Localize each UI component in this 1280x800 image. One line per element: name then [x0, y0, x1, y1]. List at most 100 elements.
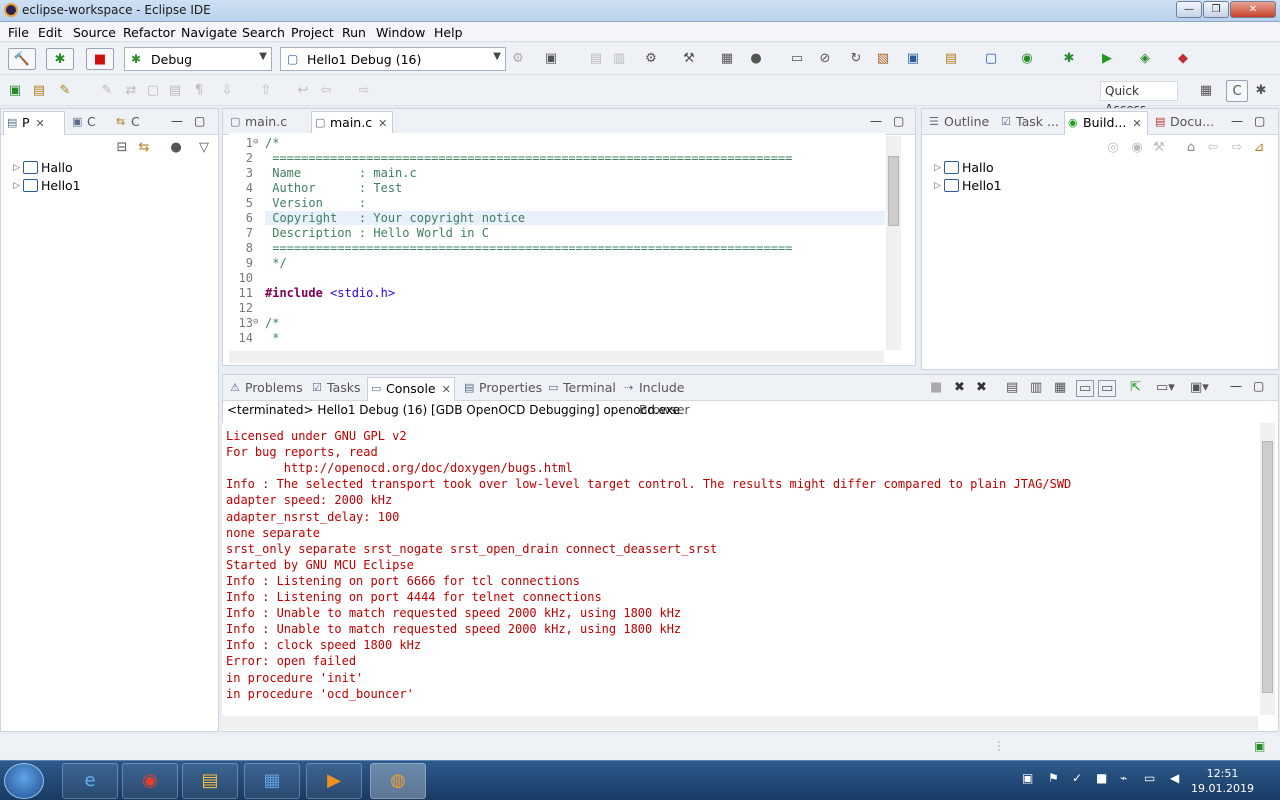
save-icon[interactable]: ▤	[585, 48, 607, 70]
fold-toggle-icon[interactable]: ⊖	[253, 317, 258, 327]
menu-run[interactable]: Run	[342, 25, 366, 40]
display-console-icon[interactable]: ▭▾	[1156, 380, 1175, 395]
remove-all-launches-icon[interactable]: ✖	[976, 380, 987, 395]
menu-project[interactable]: Project	[291, 25, 334, 40]
collapse-all-icon[interactable]: ⊟	[111, 137, 133, 159]
minimize-view-icon[interactable]: —	[1230, 379, 1242, 393]
open-perspective-icon[interactable]: ▦	[1195, 80, 1217, 102]
next-annotation-icon[interactable]: ⇩	[216, 80, 238, 102]
new-folder-icon[interactable]: ▤	[940, 48, 962, 70]
tray-security-icon[interactable]: ✓	[1072, 771, 1082, 785]
show-on-stdout-icon[interactable]: ▭	[1076, 380, 1095, 397]
menu-source[interactable]: Source	[73, 25, 116, 40]
clear-console-icon[interactable]: ▤	[1006, 380, 1018, 395]
quick-access-field[interactable]: Quick Access	[1100, 81, 1178, 116]
word-wrap-icon[interactable]: ▦	[1054, 380, 1066, 395]
tab-editor-main-c[interactable]: ▢ main.c	[227, 111, 307, 135]
remove-launch-icon[interactable]: ✖	[954, 380, 965, 395]
tab-call-hierarchy[interactable]: ⇆ C	[113, 111, 153, 135]
save-all-icon[interactable]: ▥	[608, 48, 630, 70]
forward-icon[interactable]: ⇨	[353, 80, 375, 102]
scrollbar-thumb[interactable]	[1262, 441, 1273, 693]
code-editor[interactable]: 1 ⊖/* 2 ==================================…	[229, 133, 885, 351]
menu-navigate[interactable]: Navigate	[181, 25, 237, 40]
launch-mode-select[interactable]: ✱ Debug ▼	[124, 47, 272, 71]
tab-project-explorer[interactable]: ▤ P ✕	[3, 111, 65, 135]
maximize-view-icon[interactable]: ▢	[893, 114, 904, 128]
tree-item-project[interactable]: ▷ Hello1	[13, 177, 203, 195]
volume-icon[interactable]: ◀	[1170, 771, 1179, 785]
link-icon[interactable]: ⇄	[120, 80, 142, 102]
tab-editor-main-c-active[interactable]: ▢ main.c ✕	[311, 111, 393, 135]
fold-toggle-icon[interactable]: ⊖	[253, 137, 258, 147]
terminate-icon[interactable]: ■	[930, 380, 942, 395]
minimize-view-icon[interactable]: —	[1231, 114, 1243, 128]
home-icon[interactable]: ⌂	[1180, 137, 1202, 159]
edit-icon[interactable]: ✎	[96, 80, 118, 102]
close-tab-icon[interactable]: ✕	[378, 117, 387, 130]
network-app-icon[interactable]: ▦	[244, 763, 300, 799]
stop-icon[interactable]: ■	[86, 48, 114, 70]
eclipse-taskbar-icon[interactable]: ◍	[370, 763, 426, 799]
search-icon[interactable]: ◉	[1016, 48, 1038, 70]
skip-breakpoints-icon[interactable]: ⊘	[814, 48, 836, 70]
start-button[interactable]	[4, 763, 44, 799]
pilcrow-icon[interactable]: ¶	[188, 80, 210, 102]
profile-icon[interactable]: ●	[745, 48, 767, 70]
scrollbar-thumb[interactable]	[888, 156, 899, 226]
tab-c-projects[interactable]: ▣ C	[69, 111, 109, 135]
tab-problems[interactable]: ⚠ Problems	[227, 377, 305, 401]
copy-icon[interactable]: ▢	[142, 80, 164, 102]
close-tab-icon[interactable]: ✕	[442, 383, 451, 396]
file-explorer-icon[interactable]: ▤	[182, 763, 238, 799]
tab-include-browser[interactable]: ⇢ Include Browser	[621, 377, 731, 417]
taskbar-clock[interactable]: 12:51 19.01.2019	[1191, 766, 1254, 796]
maximize-view-icon[interactable]: ▢	[194, 114, 205, 128]
tray-app-icon[interactable]: ▣	[1022, 771, 1033, 785]
external-tools-icon[interactable]: ◆	[1172, 48, 1194, 70]
tab-properties[interactable]: ▤ Properties	[461, 377, 542, 401]
tray-terminal-icon[interactable]: ■	[1096, 771, 1107, 785]
editor-vertical-scrollbar[interactable]	[886, 136, 901, 350]
menu-file[interactable]: File	[8, 25, 29, 40]
run-icon[interactable]: ▶	[1096, 48, 1118, 70]
build-icon[interactable]: 🔨	[8, 48, 36, 70]
close-button[interactable]: ✕	[1230, 1, 1276, 18]
edit-target-icon[interactable]: ⚒	[1148, 137, 1170, 159]
launch-config-gear-icon[interactable]: ⚙	[507, 48, 529, 70]
menu-help[interactable]: Help	[434, 25, 463, 40]
tab-task-list[interactable]: ☑ Task ...	[998, 111, 1060, 135]
back-icon[interactable]: ⇦	[315, 80, 337, 102]
debug-icon[interactable]: ✱	[1058, 48, 1080, 70]
paste-icon[interactable]: ▤	[164, 80, 186, 102]
minimize-view-icon[interactable]: —	[171, 114, 183, 128]
prev-annotation-icon[interactable]: ⇧	[255, 80, 277, 102]
console-output[interactable]: Licensed under GNU GPL v2 For bug reports…	[222, 423, 1258, 715]
minimize-view-icon[interactable]: —	[870, 114, 882, 128]
pin-console-icon[interactable]: ⇱	[1130, 380, 1141, 395]
expand-icon[interactable]: ▷	[13, 159, 20, 177]
wizard-icon[interactable]: ✎	[54, 80, 76, 102]
expand-icon[interactable]: ▷	[934, 159, 941, 177]
tab-outline[interactable]: ☰ Outline	[926, 111, 994, 135]
show-on-stderr-icon[interactable]: ▭	[1098, 380, 1117, 397]
tree-item-project[interactable]: ▷ Hallo	[13, 159, 203, 177]
console-vertical-scrollbar[interactable]	[1260, 423, 1275, 715]
scroll-lock-icon[interactable]: ▥	[1030, 380, 1042, 395]
forward-icon[interactable]: ⇨	[1226, 137, 1248, 159]
media-player-icon[interactable]: ▶	[306, 763, 362, 799]
chrome-icon[interactable]: ◉	[122, 763, 178, 799]
tray-display-icon[interactable]: ▭	[1144, 771, 1155, 785]
maximize-button[interactable]: ❐	[1203, 1, 1229, 18]
internet-explorer-icon[interactable]: e	[62, 763, 118, 799]
debug-perspective-icon[interactable]: ✱	[1250, 80, 1272, 102]
open-folder-icon[interactable]: ▤	[28, 80, 50, 102]
tab-tasks[interactable]: ☑ Tasks	[309, 377, 365, 401]
build-config-icon[interactable]: ⚙	[640, 48, 662, 70]
minimize-button[interactable]: —	[1176, 1, 1202, 18]
maximize-view-icon[interactable]: ▢	[1253, 379, 1264, 393]
editor-horizontal-scrollbar[interactable]	[229, 351, 884, 363]
maximize-view-icon[interactable]: ▢	[1254, 114, 1265, 128]
console-horizontal-scrollbar[interactable]	[222, 716, 1258, 730]
menu-refactor[interactable]: Refactor	[123, 25, 175, 40]
